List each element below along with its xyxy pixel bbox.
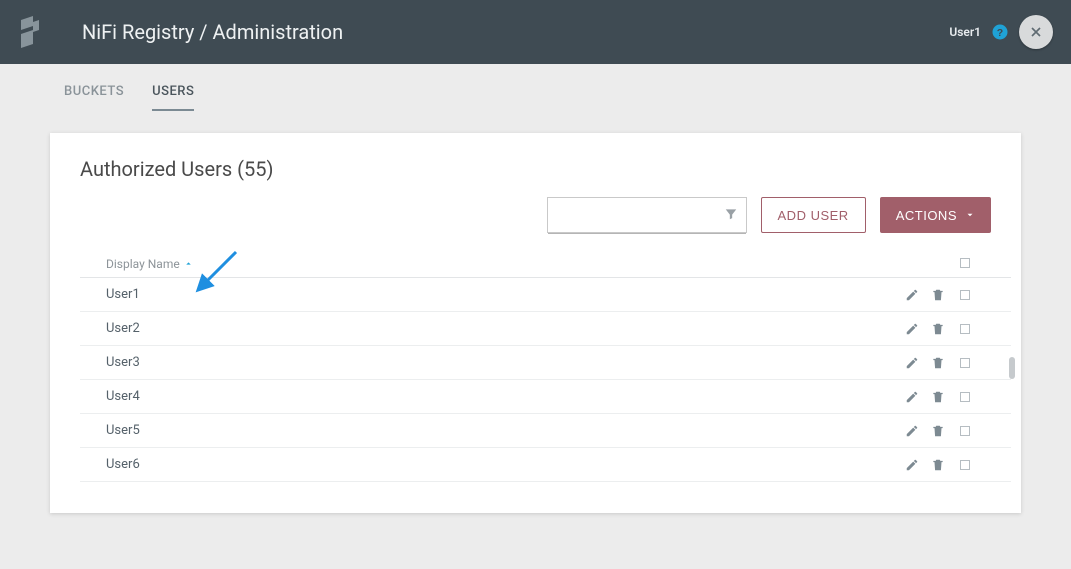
delete-icon[interactable] xyxy=(931,288,945,302)
actions-button-label: ACTIONS xyxy=(896,208,957,223)
row-checkbox[interactable] xyxy=(945,426,985,436)
filter-input-wrap[interactable] xyxy=(547,197,747,233)
sort-asc-icon xyxy=(184,257,193,271)
filter-input[interactable] xyxy=(548,208,724,223)
table-row[interactable]: User3 xyxy=(80,346,1011,380)
svg-text:?: ? xyxy=(997,27,1003,39)
row-checkbox[interactable] xyxy=(945,358,985,368)
edit-icon[interactable] xyxy=(905,288,919,302)
delete-icon[interactable] xyxy=(931,322,945,336)
users-panel: Authorized Users (55) ADD USER ACTIONS D… xyxy=(50,133,1021,513)
cell-display-name: User6 xyxy=(106,457,905,472)
delete-icon[interactable] xyxy=(931,458,945,472)
top-bar: NiFi Registry / Administration User1 ? xyxy=(0,0,1071,64)
caret-down-icon xyxy=(965,208,975,223)
delete-icon[interactable] xyxy=(931,390,945,404)
filter-icon[interactable] xyxy=(724,206,738,225)
table-row[interactable]: User6 xyxy=(80,448,1011,482)
edit-icon[interactable] xyxy=(905,356,919,370)
cell-display-name: User5 xyxy=(106,423,905,438)
scrollbar-thumb[interactable] xyxy=(1009,357,1015,379)
edit-icon[interactable] xyxy=(905,458,919,472)
cell-display-name: User1 xyxy=(106,287,905,302)
delete-icon[interactable] xyxy=(931,424,945,438)
cell-display-name: User4 xyxy=(106,389,905,404)
actions-button[interactable]: ACTIONS xyxy=(880,197,991,233)
edit-icon[interactable] xyxy=(905,390,919,404)
help-icon[interactable]: ? xyxy=(991,23,1009,41)
row-checkbox[interactable] xyxy=(945,324,985,334)
edit-icon[interactable] xyxy=(905,322,919,336)
row-checkbox[interactable] xyxy=(945,392,985,402)
panel-title: Authorized Users (55) xyxy=(80,157,991,181)
cell-display-name: User2 xyxy=(106,321,905,336)
row-checkbox[interactable] xyxy=(945,290,985,300)
cell-display-name: User3 xyxy=(106,355,905,370)
users-table: Display Name User1User2User3User4User5Us… xyxy=(80,251,1011,482)
table-row[interactable]: User5 xyxy=(80,414,1011,448)
row-checkbox[interactable] xyxy=(945,460,985,470)
current-user-label: User1 xyxy=(949,25,981,39)
panel-toolbar: ADD USER ACTIONS xyxy=(50,181,1021,243)
tab-buckets[interactable]: BUCKETS xyxy=(64,78,124,111)
tab-users[interactable]: USERS xyxy=(152,78,194,111)
table-row[interactable]: User2 xyxy=(80,312,1011,346)
edit-icon[interactable] xyxy=(905,424,919,438)
app-logo xyxy=(18,15,46,49)
page-title: NiFi Registry / Administration xyxy=(82,20,343,44)
add-user-button[interactable]: ADD USER xyxy=(761,197,866,233)
column-header-display-name[interactable]: Display Name xyxy=(106,257,945,271)
table-row[interactable]: User4 xyxy=(80,380,1011,414)
table-header: Display Name xyxy=(80,251,1011,278)
table-body: User1 User2 User3 User4 User5 User6 xyxy=(80,278,1011,482)
close-button[interactable] xyxy=(1019,15,1053,49)
tab-bar: BUCKETS USERS xyxy=(0,64,1071,111)
table-row[interactable]: User1 xyxy=(80,278,1011,312)
delete-icon[interactable] xyxy=(931,356,945,370)
column-header-select-all[interactable] xyxy=(945,257,985,271)
